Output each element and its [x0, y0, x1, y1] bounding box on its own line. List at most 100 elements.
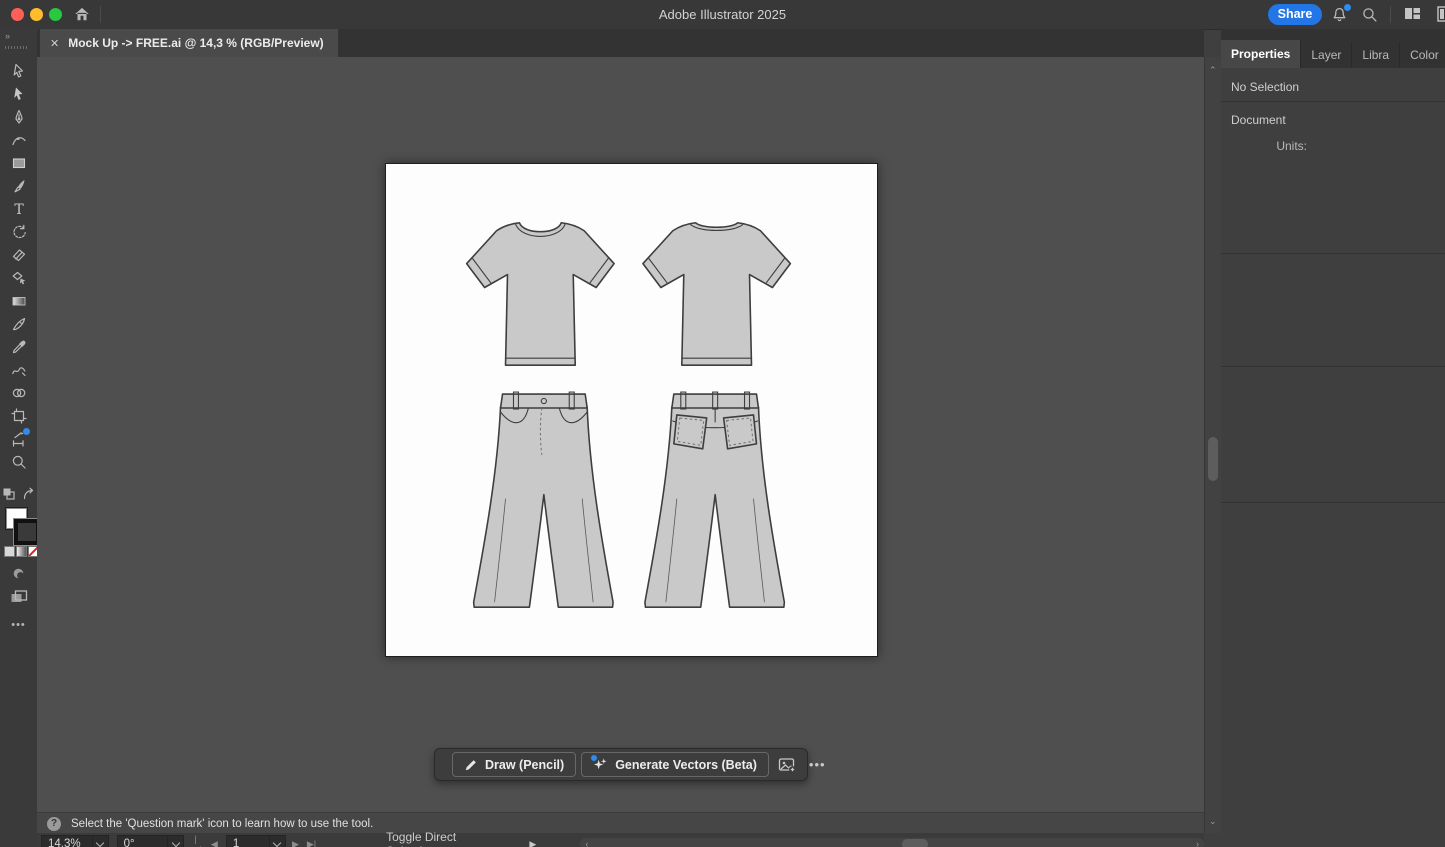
- document-tab[interactable]: ✕ Mock Up -> FREE.ai @ 14,3 % (RGB/Previ…: [40, 29, 338, 57]
- selection-status: No Selection: [1231, 80, 1299, 94]
- tab-libraries[interactable]: Libra: [1352, 42, 1400, 68]
- clipping-mask-icon[interactable]: [2, 487, 16, 506]
- shape-builder-tool-button[interactable]: [6, 266, 32, 289]
- zoom-tool-icon: [11, 454, 27, 470]
- zoom-level-dropdown[interactable]: [93, 835, 109, 847]
- document-tab-strip: ✕ Mock Up -> FREE.ai @ 14,3 % (RGB/Previ…: [37, 29, 1204, 57]
- color-button[interactable]: [4, 546, 15, 557]
- units-label: Units:: [1276, 139, 1307, 153]
- rectangle-tool-icon: [11, 155, 27, 171]
- title-bar: Adobe Illustrator 2025 Share: [0, 0, 1445, 30]
- tool-panel: » T: [0, 29, 38, 847]
- tshirt-front: [467, 223, 614, 365]
- horizontal-scroll-thumb[interactable]: [902, 839, 928, 847]
- previous-artboard-icon[interactable]: ◀: [211, 839, 218, 847]
- draw-pencil-button[interactable]: Draw (Pencil): [452, 752, 576, 777]
- new-feature-dot: [23, 428, 30, 435]
- panel-divider: [1221, 366, 1445, 367]
- color-type-buttons: [4, 546, 39, 557]
- smooth-tool-button[interactable]: [6, 358, 32, 381]
- toolbar-expand-icon[interactable]: »: [5, 31, 11, 41]
- pants-front: [474, 392, 613, 607]
- zoom-tool-button[interactable]: [6, 450, 32, 473]
- eraser-tool-icon: [11, 247, 27, 263]
- workspace-icon[interactable]: [1404, 6, 1421, 26]
- scroll-right-icon[interactable]: ›: [1196, 838, 1199, 847]
- panel-tab-bar: Properties Layer Libra Color Color: [1221, 29, 1445, 68]
- mockup-image-icon[interactable]: [778, 757, 797, 773]
- document-section-title: Document: [1231, 113, 1286, 127]
- scroll-up-icon[interactable]: ⌃: [1209, 65, 1217, 76]
- eraser-tool-button[interactable]: [6, 243, 32, 266]
- panel-divider: [1221, 502, 1445, 503]
- pen-tool-button[interactable]: [6, 105, 32, 128]
- shaper-tool-button[interactable]: [6, 381, 32, 404]
- toolbar-grip[interactable]: [5, 46, 29, 49]
- swap-fill-stroke-icon[interactable]: [22, 487, 36, 506]
- tshirt-back: [643, 223, 790, 365]
- canvas-pasteboard[interactable]: Draw (Pencil) Generate Vectors (Beta) ••…: [37, 57, 1204, 812]
- sparkle-icon: [593, 757, 608, 772]
- vertical-scrollbar[interactable]: ⌃ ⌄: [1204, 57, 1222, 833]
- clothing-mockup-artwork: [386, 164, 875, 654]
- rotation-field[interactable]: 0°: [117, 835, 169, 847]
- tab-properties[interactable]: Properties: [1221, 40, 1301, 68]
- next-artboard-icon[interactable]: ▶: [292, 839, 299, 847]
- edit-toolbar-icon[interactable]: •••: [0, 619, 37, 631]
- shaper-tool-icon: [11, 385, 27, 401]
- dimension-tool-button[interactable]: [6, 427, 32, 450]
- selection-tool-button[interactable]: [6, 59, 32, 82]
- screen-mode-icon[interactable]: [10, 589, 28, 610]
- gradient-tool-icon: [11, 293, 27, 309]
- knife-tool-button[interactable]: [6, 312, 32, 335]
- artboard-tool-button[interactable]: [6, 404, 32, 427]
- paintbrush-tool-button[interactable]: [6, 174, 32, 197]
- shape-builder-tool-icon: [11, 270, 27, 286]
- question-mark-icon[interactable]: ?: [47, 817, 61, 831]
- taskbar-more-icon[interactable]: •••: [809, 757, 826, 772]
- panel-divider: [1221, 253, 1445, 254]
- status-action-label: Toggle Direct Selection: [386, 830, 501, 847]
- gradient-button[interactable]: [16, 546, 27, 557]
- play-action-icon[interactable]: ▶: [529, 839, 536, 847]
- drawing-modes-icon[interactable]: [11, 566, 26, 586]
- rotate-tool-button[interactable]: [6, 220, 32, 243]
- curvature-tool-icon: [11, 132, 27, 148]
- panel-divider: [1221, 101, 1445, 102]
- selection-tool-icon: [11, 63, 27, 79]
- vertical-scroll-thumb[interactable]: [1208, 437, 1218, 481]
- app-title: Adobe Illustrator 2025: [0, 7, 1445, 22]
- titlebar-divider-2: [1390, 6, 1391, 23]
- last-artboard-icon[interactable]: ▶|: [307, 839, 316, 847]
- hint-text: Select the 'Question mark' icon to learn…: [71, 818, 373, 830]
- properties-panel: Properties Layer Libra Color Color No Se…: [1221, 29, 1445, 847]
- share-button[interactable]: Share: [1268, 4, 1322, 25]
- zoom-level-field[interactable]: 14,3%: [41, 835, 93, 847]
- horizontal-scrollbar[interactable]: ‹ ›: [580, 838, 1204, 847]
- contextual-task-bar: Draw (Pencil) Generate Vectors (Beta) ••…: [434, 748, 808, 781]
- close-tab-icon[interactable]: ✕: [50, 37, 59, 50]
- artboard-number-dropdown[interactable]: [270, 835, 286, 847]
- type-tool-button[interactable]: T: [6, 197, 32, 220]
- tab-layers[interactable]: Layer: [1301, 42, 1352, 68]
- pen-tool-icon: [11, 109, 27, 125]
- rectangle-tool-button[interactable]: [6, 151, 32, 174]
- paintbrush-tool-icon: [11, 178, 27, 194]
- bell-icon[interactable]: [1331, 6, 1348, 28]
- direct-selection-tool-button[interactable]: [6, 82, 32, 105]
- scroll-down-icon[interactable]: ⌄: [1209, 816, 1217, 827]
- scroll-left-icon[interactable]: ‹: [585, 838, 588, 847]
- first-artboard-icon[interactable]: |◀: [194, 834, 203, 847]
- type-tool-icon: T: [11, 201, 27, 217]
- artboard-number-field[interactable]: 1: [226, 835, 270, 847]
- curvature-tool-button[interactable]: [6, 128, 32, 151]
- hint-bar: ? Select the 'Question mark' icon to lea…: [37, 812, 1204, 834]
- tab-color[interactable]: Color: [1400, 42, 1445, 68]
- rotation-dropdown[interactable]: [168, 835, 184, 847]
- panel-icon[interactable]: [1437, 6, 1445, 27]
- generate-vectors-button[interactable]: Generate Vectors (Beta): [581, 752, 769, 777]
- search-icon[interactable]: [1361, 6, 1378, 28]
- eyedropper-tool-button[interactable]: [6, 335, 32, 358]
- gradient-tool-button[interactable]: [6, 289, 32, 312]
- artboard-1[interactable]: [385, 163, 878, 657]
